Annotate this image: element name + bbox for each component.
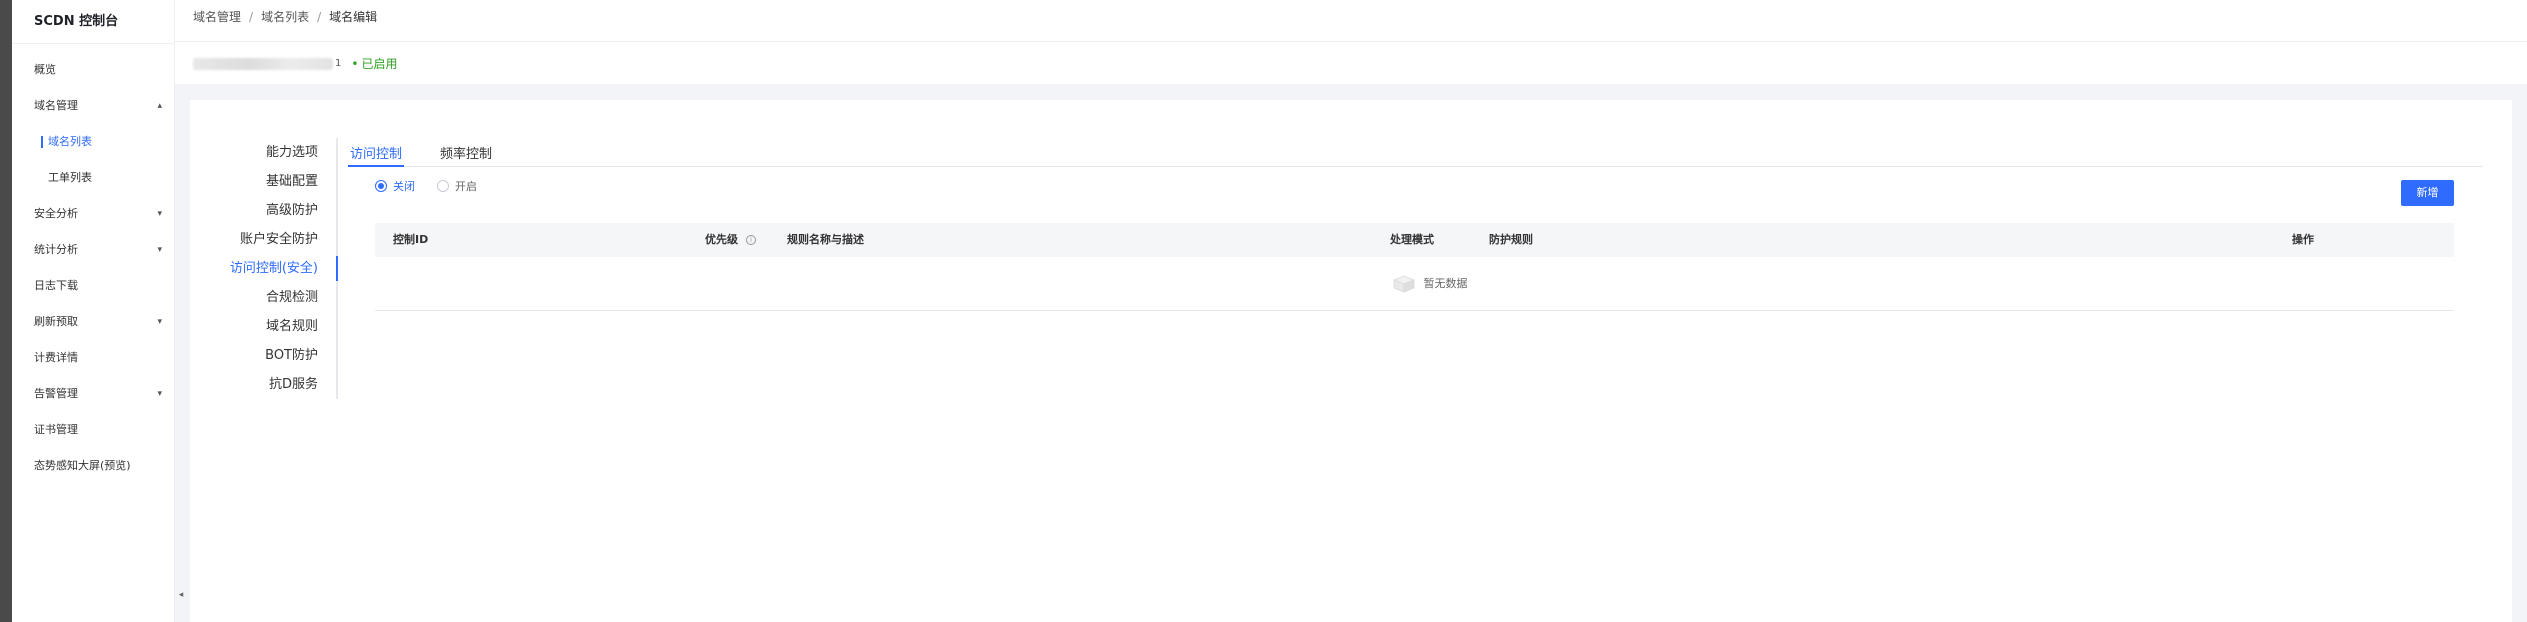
sidebar-item-label: 安全分析 [34,207,78,220]
radio-on-label: 开启 [455,180,477,193]
sidebar-item-label: 日志下载 [34,279,78,292]
domain-info: 1 已启用 [193,55,397,72]
sidebar-item-ticket-list[interactable]: 工单列表 [12,160,174,196]
radio-off-label: 关闭 [393,180,415,193]
sidebar-item-label: 态势感知大屏(预览) [34,459,131,472]
app-title: SCDN 控制台 [12,0,174,44]
subnav-item-anti-ddos[interactable]: 抗D服务 [190,370,336,399]
column-header-protection-rules: 防护规则 [1489,233,1533,246]
column-header-control-id: 控制ID [393,233,429,246]
sidebar-item-log-download[interactable]: 日志下载 [12,268,174,304]
breadcrumb-item-domain-management[interactable]: 域名管理 [193,10,241,24]
sidebar-item-label: 概览 [34,63,56,76]
chevron-down-icon: ▾ [157,209,162,219]
access-control-panel: 访问控制 频率控制 关闭 开启 新增 控制ID 优先级 i 规则名称与描述 处理… [348,138,2483,311]
breadcrumb-item-domain-edit: 域名编辑 [329,10,378,24]
tab-rate-control[interactable]: 频率控制 [438,138,494,166]
tab-access-control[interactable]: 访问控制 [348,138,405,167]
subnav-item-compliance[interactable]: 合规检测 [190,283,336,312]
subnav-item-access-control[interactable]: 访问控制(安全) [190,254,338,283]
sidebar-item-label: 告警管理 [34,387,78,400]
window-edge [0,0,12,622]
sidebar-item-refresh-prefetch[interactable]: 刷新预取 ▾ [12,304,174,340]
sidebar-item-billing[interactable]: 计费详情 [12,340,174,376]
status-badge: 已启用 [351,55,397,72]
collapse-sidebar-icon[interactable]: ◂ [175,588,187,602]
page-header: 域名管理 / 域名列表 / 域名编辑 1 已启用 [175,0,2527,84]
domain-suffix: 1 [335,58,342,69]
radio-checked-icon [375,180,387,192]
info-icon[interactable]: i [746,235,756,245]
sidebar-item-label: 刷新预取 [34,315,78,328]
sidebar-item-label: 域名管理 [34,99,78,112]
sidebar-item-label: 计费详情 [34,351,78,364]
add-rule-button[interactable]: 新增 [2401,180,2454,206]
empty-state: 暂无数据 [1392,273,1468,293]
config-subnav: 能力选项 基础配置 高级防护 账户安全防护 访问控制(安全) 合规检测 域名规则… [190,138,338,399]
sidebar-item-statistics[interactable]: 统计分析 ▾ [12,232,174,268]
column-header-rule-name: 规则名称与描述 [787,233,864,246]
breadcrumb: 域名管理 / 域名列表 / 域名编辑 [193,8,377,25]
sidebar-item-label: 域名列表 [48,135,92,148]
header-divider [175,41,2527,42]
table-body: 暂无数据 [375,257,2454,311]
sidebar-item-domain-management[interactable]: 域名管理 ▴ [12,88,174,124]
table-header: 控制ID 优先级 i 规则名称与描述 处理模式 防护规则 操作 [375,223,2454,257]
sidebar-item-label: 工单列表 [48,171,92,184]
subnav-item-domain-rules[interactable]: 域名规则 [190,312,336,341]
subnav-item-advanced-protection[interactable]: 高级防护 [190,196,336,225]
breadcrumb-item-domain-list[interactable]: 域名列表 [261,10,309,24]
sidebar-item-situation-screen[interactable]: 态势感知大屏(预览) [12,448,174,484]
redacted-domain-name [193,57,333,70]
subnav-item-basic-config[interactable]: 基础配置 [190,167,336,196]
subnav-item-account-security[interactable]: 账户安全防护 [190,225,336,254]
subnav-item-capabilities[interactable]: 能力选项 [190,138,336,167]
subnav-item-bot-protection[interactable]: BOT防护 [190,341,336,370]
toggle-radio-group: 关闭 开启 [375,178,499,194]
sidebar: SCDN 控制台 概览 域名管理 ▴ 域名列表 工单列表 安全分析 ▾ 统计分析 ▾ … [12,0,183,622]
chevron-down-icon: ▾ [157,389,162,399]
radio-off[interactable]: 关闭 [375,178,415,194]
sidebar-item-alerts[interactable]: 告警管理 ▾ [12,376,174,412]
empty-text: 暂无数据 [1423,277,1468,290]
sidebar-item-overview[interactable]: 概览 [12,52,174,88]
breadcrumb-separator: / [317,10,322,24]
sidebar-item-certificates[interactable]: 证书管理 [12,412,174,448]
config-card: 能力选项 基础配置 高级防护 账户安全防护 访问控制(安全) 合规检测 域名规则… [190,100,2512,622]
sidebar-item-security-analysis[interactable]: 安全分析 ▾ [12,196,174,232]
sidebar-item-domain-list[interactable]: 域名列表 [12,124,174,160]
chevron-down-icon: ▾ [157,317,162,327]
rules-table: 控制ID 优先级 i 规则名称与描述 处理模式 防护规则 操作 暂无数据 [375,223,2454,311]
radio-unchecked-icon [437,180,449,192]
sidebar-nav: 概览 域名管理 ▴ 域名列表 工单列表 安全分析 ▾ 统计分析 ▾ 日志下载 刷新预取… [12,44,174,484]
tab-bar: 访问控制 频率控制 [348,138,2483,167]
active-indicator [41,136,43,148]
column-header-mode: 处理模式 [1390,233,1434,246]
chevron-down-icon: ▾ [157,245,162,255]
empty-box-icon [1392,275,1415,293]
sidebar-item-label: 统计分析 [34,243,78,256]
column-header-actions: 操作 [2292,233,2314,246]
column-header-priority-label: 优先级 [705,233,738,246]
sidebar-item-label: 证书管理 [34,423,78,436]
radio-on[interactable]: 开启 [437,178,477,194]
breadcrumb-separator: / [249,10,254,24]
column-header-priority: 优先级 i [705,223,756,257]
chevron-up-icon: ▴ [157,101,162,111]
